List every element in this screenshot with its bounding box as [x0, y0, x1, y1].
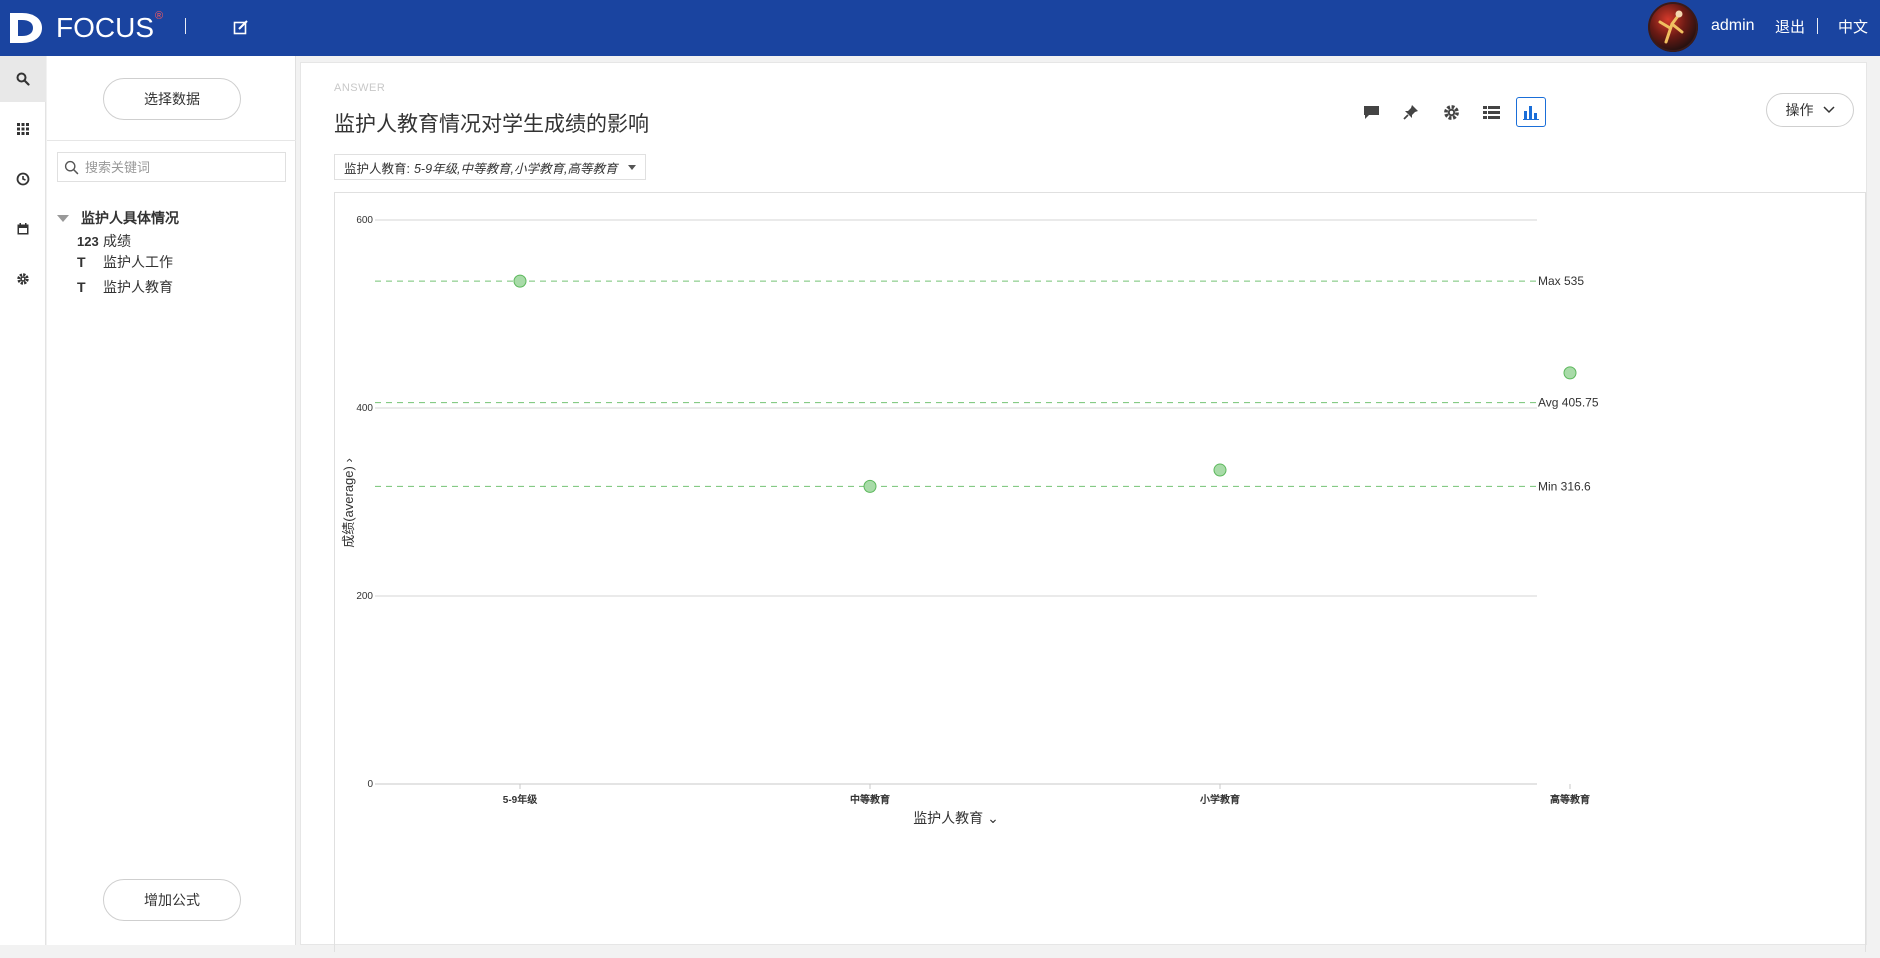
rail-calendar[interactable] [0, 206, 46, 252]
edit-icon[interactable] [232, 18, 250, 36]
pin-button[interactable] [1396, 97, 1426, 127]
operations-label: 操作 [1785, 102, 1814, 118]
tree-item-label: 监护人工作 [103, 254, 173, 270]
filter-chip[interactable]: 监护人教育: 5-9年级,中等教育,小学教育,高等教育 [334, 154, 647, 180]
x-tick-label: 小学教育 [1199, 793, 1240, 806]
search-field[interactable] [57, 152, 286, 182]
y-tick-label: 400 [356, 403, 373, 414]
filter-label: 监护人教育: [344, 161, 410, 176]
answer-label: ANSWER [334, 82, 386, 94]
reference-line-label: Max 535 [1538, 274, 1584, 288]
add-formula-button[interactable]: 增加公式 [103, 879, 241, 921]
search-input[interactable] [85, 159, 275, 175]
chevron-down-icon [1822, 106, 1835, 114]
table-view-icon [1482, 105, 1500, 119]
tree-group-guardian[interactable]: 监护人具体情况 [57, 208, 179, 228]
focus-logo-icon [10, 13, 42, 43]
tree-item-score[interactable]: 123 成绩 [77, 231, 131, 251]
page-title: 监护人教育情况对学生成绩的影响 [334, 113, 649, 136]
settings-gear-icon [1443, 104, 1459, 120]
data-panel: 选择数据 监护人具体情况 123 成绩 T 监护人工作 T 监护人教育 增加公式 [47, 56, 296, 945]
header-divider [1817, 18, 1818, 34]
icon-rail [0, 56, 46, 945]
y-tick-label: 0 [367, 779, 373, 790]
select-data-button[interactable]: 选择数据 [103, 78, 241, 120]
settings-gear-icon [17, 273, 29, 285]
scatter-chart: 0 200 400 600 Max 535 Avg 405.75 Min 316.6 5-9年… [341, 215, 1599, 826]
search-icon [64, 160, 79, 174]
text-type-icon: T [77, 254, 86, 270]
answer-view: ANSWER 监护人教育情况对学生成绩的影响 监护人教育: 5-9年级,中等教育… [300, 62, 1867, 952]
rail-settings[interactable] [0, 256, 46, 302]
avatar[interactable] [1648, 2, 1698, 52]
filter-value: 5-9年级,中等教育,小学教育,高等教育 [413, 161, 618, 176]
language-switch[interactable]: 中文 [1838, 16, 1868, 37]
panel-divider [47, 140, 296, 141]
tree-group-label: 监护人具体情况 [81, 210, 179, 226]
header-divider [185, 18, 186, 34]
text-type-icon: T [77, 279, 86, 295]
x-tick-label: 高等教育 [1550, 793, 1590, 806]
comment-icon [1363, 105, 1379, 119]
brand-logo[interactable]: FOCUS ® [8, 8, 163, 48]
chart-container: 0 200 400 600 Max 535 Avg 405.75 Min 316.6 5-9年… [334, 192, 1866, 952]
tree-item-label: 成绩 [103, 233, 131, 249]
username[interactable]: admin [1711, 17, 1755, 35]
x-tick-label: 5-9年级 [503, 793, 538, 806]
search-icon [16, 72, 30, 86]
y-tick-label: 600 [356, 215, 373, 226]
tree-item-label: 监护人教育 [103, 279, 173, 295]
apps-grid-icon [17, 123, 29, 135]
bar-chart-icon [1523, 106, 1539, 120]
history-clock-icon [16, 172, 30, 186]
brand-name: FOCUS [56, 12, 154, 43]
numeric-type-icon: 123 [77, 233, 99, 249]
tree-item-guardian-job[interactable]: T 监护人工作 [77, 252, 173, 272]
logout-link[interactable]: 退出 [1775, 16, 1805, 37]
rail-search[interactable] [0, 56, 46, 102]
x-axis-title[interactable]: 监护人教育 ⌄ [913, 810, 999, 826]
pin-icon [1403, 105, 1418, 120]
calendar-icon [17, 223, 29, 235]
comment-button[interactable] [1356, 97, 1386, 127]
reference-line-label: Min 316.6 [1538, 479, 1591, 493]
caret-down-icon[interactable] [628, 165, 637, 170]
y-axis-title[interactable]: 成绩(average) › [341, 458, 356, 548]
tree-item-guardian-education[interactable]: T 监护人教育 [77, 277, 173, 297]
settings-button[interactable] [1436, 97, 1466, 127]
data-point [863, 479, 877, 493]
avatar-figure-icon [1648, 2, 1698, 52]
reference-line-label: Avg 405.75 [1538, 396, 1599, 410]
top-bar: FOCUS ® admin 退出 中文 [0, 0, 1880, 56]
rail-history[interactable] [0, 156, 46, 202]
chart-view-button[interactable] [1516, 97, 1546, 127]
data-point [1563, 366, 1577, 380]
brand-registered-mark: ® [155, 10, 164, 22]
data-point [1213, 463, 1227, 477]
caret-down-icon [57, 214, 69, 222]
operations-dropdown[interactable]: 操作 [1766, 93, 1854, 127]
data-point [513, 274, 527, 288]
rail-apps[interactable] [0, 106, 46, 152]
table-view-button[interactable] [1476, 97, 1506, 127]
y-tick-label: 200 [356, 591, 373, 602]
x-tick-label: 中等教育 [850, 793, 890, 806]
